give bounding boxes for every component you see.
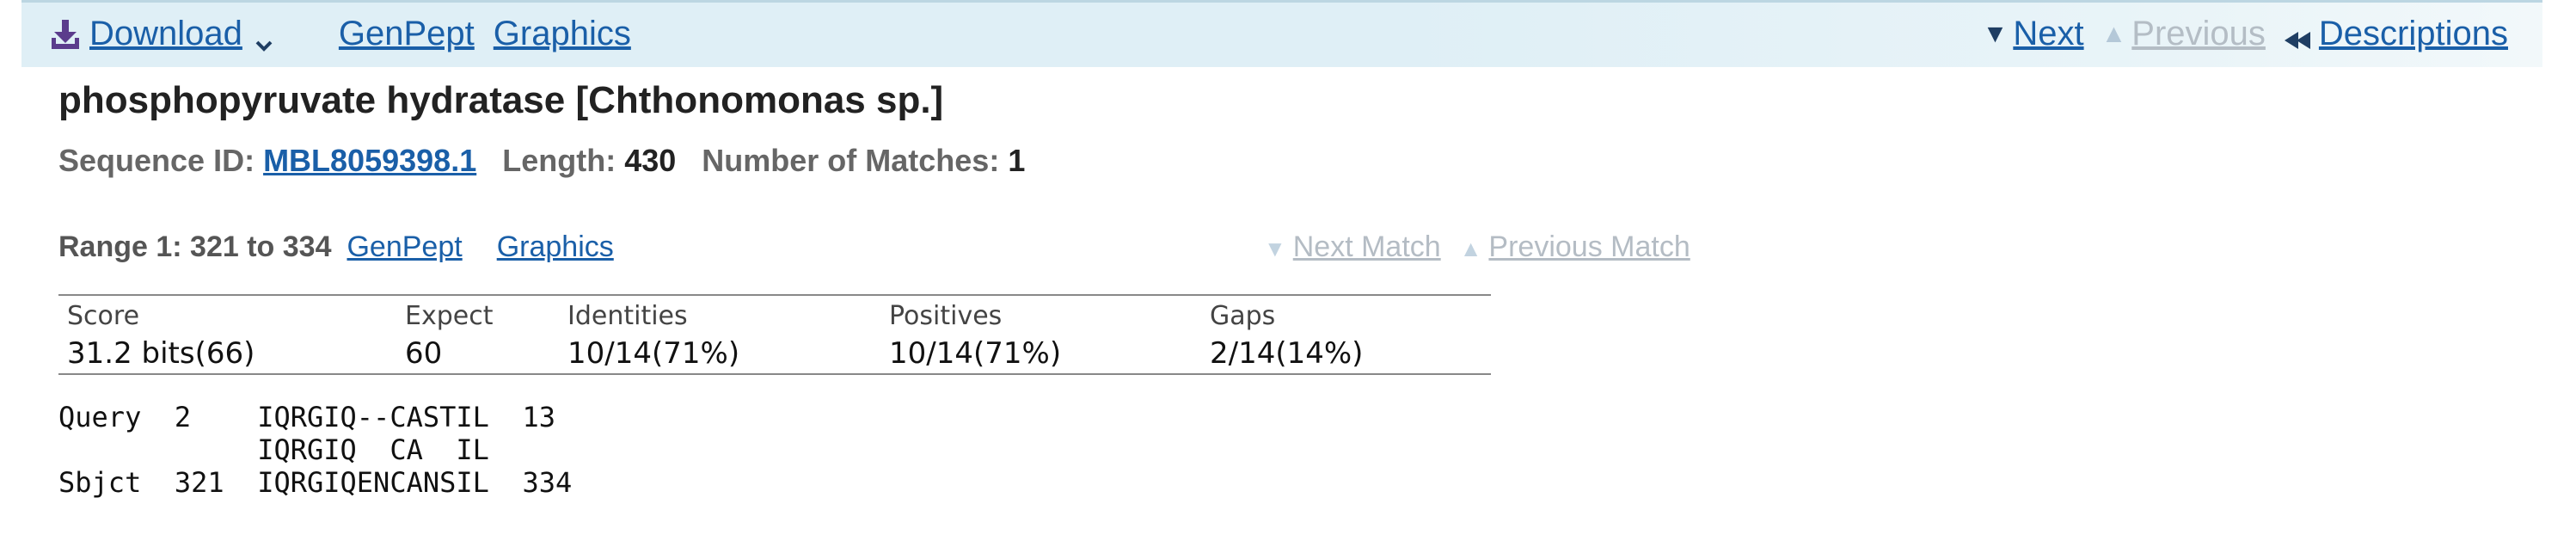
matches-label: Number of Matches: xyxy=(702,143,1000,178)
stats-value-expect: 60 xyxy=(405,336,443,371)
stats-positives-column: Positives 10/14(71%) xyxy=(889,301,1061,371)
page: Download GenPept Graphics ▼ Next ▲ Previ… xyxy=(0,0,2576,553)
stats-gaps-column: Gaps 2/14(14%) xyxy=(1210,301,1363,371)
range-graphics-link[interactable]: Graphics xyxy=(497,230,614,264)
sequence-alignment: Query 2 IQRGIQ--CASTIL 13 IQRGIQ CA IL Sb… xyxy=(58,401,572,499)
stats-identities-column: Identities 10/14(71%) xyxy=(567,301,739,371)
download-menu-button[interactable]: Download xyxy=(89,15,242,53)
toolbar-right: ▼ Next ▲ Previous Descriptions xyxy=(1983,15,2508,53)
length-label: Length: xyxy=(502,143,616,178)
triangle-up-icon: ▲ xyxy=(1459,236,1482,261)
toolbar-genpept-link[interactable]: GenPept xyxy=(339,15,475,53)
triangle-down-icon: ▼ xyxy=(1264,236,1286,261)
range-genpept-link[interactable]: GenPept xyxy=(347,230,462,264)
triangle-down-icon: ▼ xyxy=(1982,19,2009,48)
next-link[interactable]: Next xyxy=(2013,15,2083,53)
stats-value-score: 31.2 bits(66) xyxy=(67,336,255,371)
stats-header-positives: Positives xyxy=(889,301,1003,331)
alignment-stats-table: Score 31.2 bits(66) Expect 60 Identities… xyxy=(58,294,1491,375)
toolbar-left: Download GenPept Graphics xyxy=(50,15,631,53)
toolbar-graphics-link[interactable]: Graphics xyxy=(494,15,631,53)
stats-value-identities: 10/14(71%) xyxy=(567,336,740,371)
sequence-id-label: Sequence ID: xyxy=(58,143,255,178)
query-line: Query 2 IQRGIQ--CASTIL 13 xyxy=(58,401,555,433)
toolbar: Download GenPept Graphics ▼ Next ▲ Previ… xyxy=(21,0,2542,67)
stats-header-identities: Identities xyxy=(567,301,688,331)
stats-expect-column: Expect 60 xyxy=(405,301,493,371)
previous-match-link[interactable]: Previous Match xyxy=(1488,230,1690,264)
next-match-link[interactable]: Next Match xyxy=(1293,230,1441,264)
stats-value-gaps: 2/14(14%) xyxy=(1210,336,1364,371)
double-arrow-left-icon xyxy=(2283,22,2317,49)
sequence-id-link[interactable]: MBL8059398.1 xyxy=(263,143,476,179)
range-label: Range 1: 321 to 334 xyxy=(58,230,332,263)
download-icon[interactable] xyxy=(50,17,81,52)
previous-link[interactable]: Previous xyxy=(2131,15,2266,53)
stats-header-expect: Expect xyxy=(405,301,494,331)
stats-header-score: Score xyxy=(67,301,140,331)
descriptions-link[interactable]: Descriptions xyxy=(2319,15,2508,53)
length-value: 430 xyxy=(624,143,677,178)
stats-header-gaps: Gaps xyxy=(1210,301,1276,331)
matches-value: 1 xyxy=(1008,143,1026,178)
hit-title: phosphopyruvate hydratase [Chthonomonas … xyxy=(58,79,944,121)
subject-line: Sbjct 321 IQRGIQENCANSIL 334 xyxy=(58,466,573,499)
match-navigation: ▼ Next Match ▲ Previous Match xyxy=(1264,230,1690,264)
range-header: Range 1: 321 to 334 GenPept Graphics xyxy=(58,230,614,264)
stats-value-positives: 10/14(71%) xyxy=(889,336,1062,371)
triangle-up-icon: ▲ xyxy=(2101,19,2127,48)
chevron-down-icon[interactable] xyxy=(255,25,273,52)
sequence-info: Sequence ID: MBL8059398.1 Length: 430 Nu… xyxy=(58,143,1025,179)
stats-score-column: Score 31.2 bits(66) xyxy=(67,301,255,371)
match-line: IQRGIQ CA IL xyxy=(58,433,489,466)
